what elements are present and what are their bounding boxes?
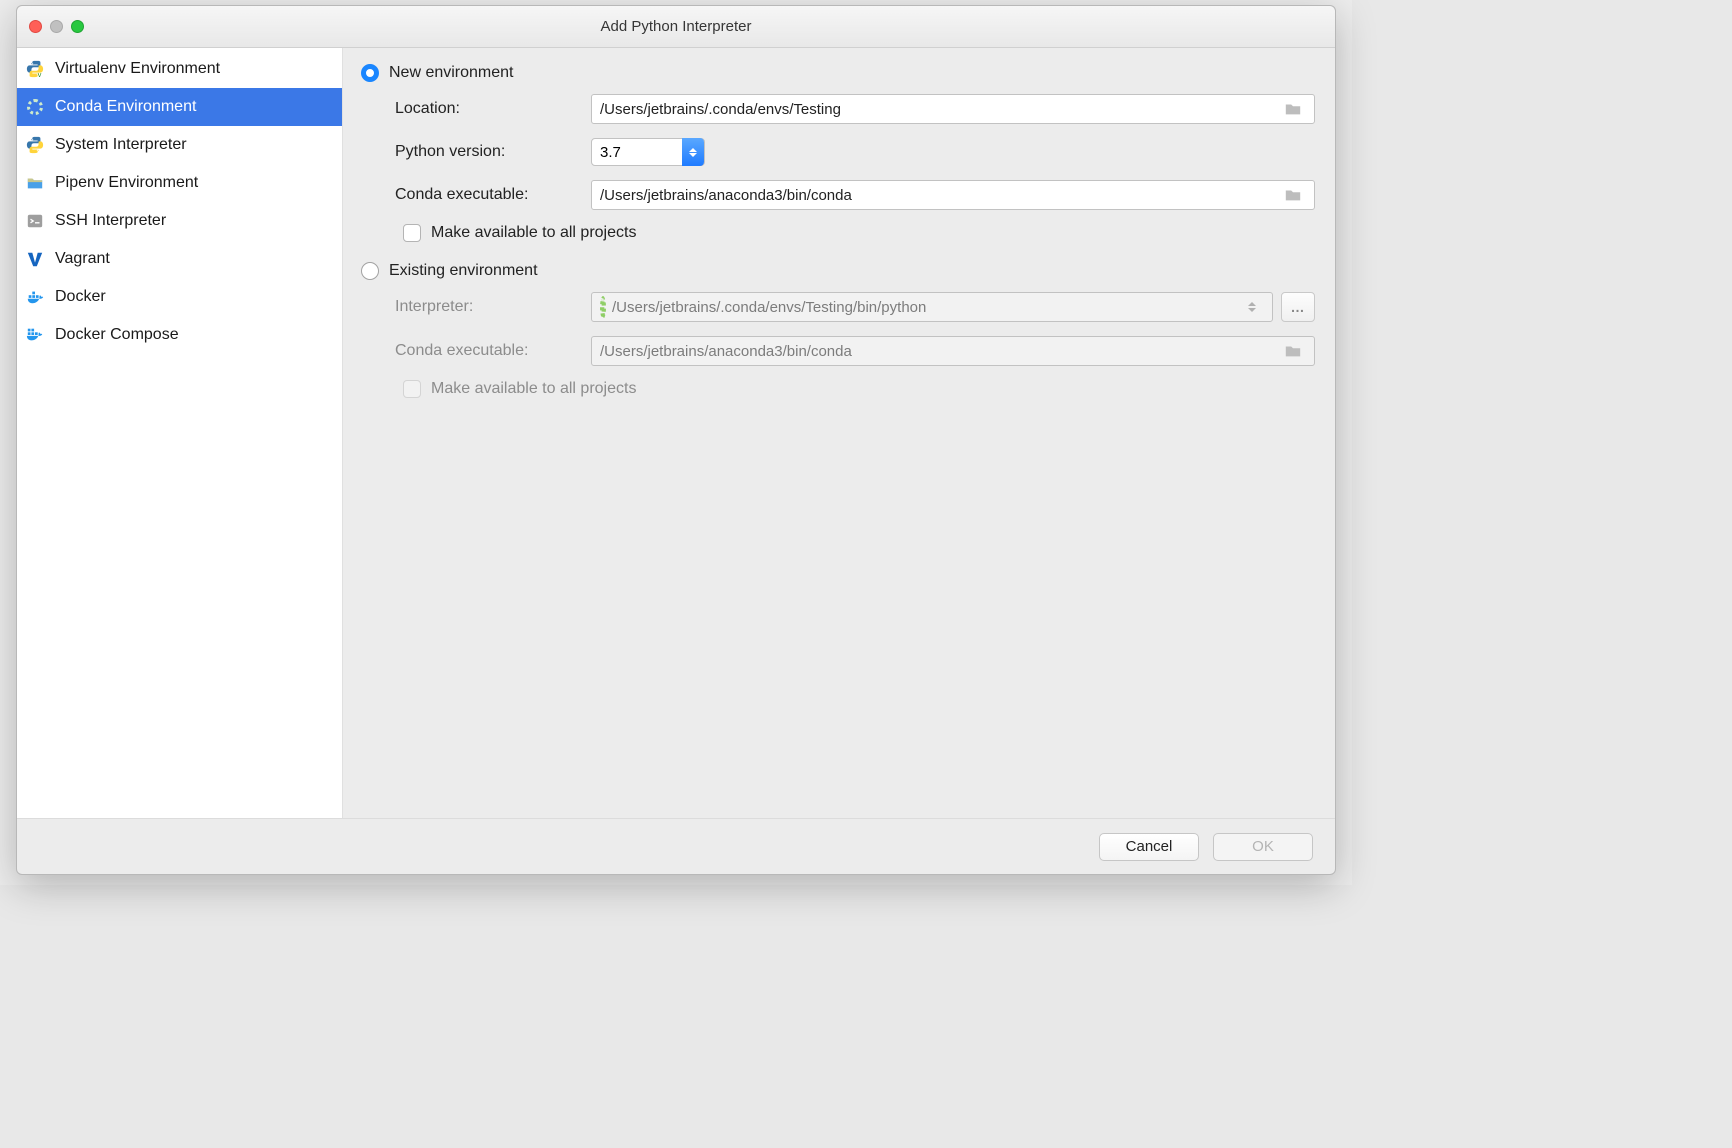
radio-label: New environment	[389, 64, 514, 82]
sidebar-item-conda[interactable]: Conda Environment	[17, 88, 342, 126]
python-icon	[25, 135, 45, 155]
sidebar-item-vagrant[interactable]: Vagrant	[17, 240, 342, 278]
existing-env-form: Interpreter: /Users/jetbrains/.conda/env…	[361, 292, 1315, 404]
window-controls	[29, 20, 84, 33]
conda-icon	[600, 299, 606, 316]
conda-exec-label: Conda executable:	[395, 342, 591, 360]
interpreter-input: /Users/jetbrains/.conda/envs/Testing/bin…	[591, 292, 1273, 322]
add-interpreter-dialog: Add Python Interpreter v Virtualenv Envi…	[16, 5, 1336, 875]
sidebar-item-label: Docker	[55, 288, 106, 306]
conda-exec-input-existing: /Users/jetbrains/anaconda3/bin/conda	[591, 336, 1315, 366]
python-version-label: Python version:	[395, 143, 591, 161]
svg-text:v: v	[38, 70, 42, 78]
docker-icon	[25, 287, 45, 307]
conda-exec-input[interactable]: /Users/jetbrains/anaconda3/bin/conda	[591, 180, 1315, 210]
make-available-checkbox-row[interactable]: Make available to all projects	[403, 224, 1315, 242]
radio-new-env[interactable]	[361, 64, 379, 82]
ok-button: OK	[1213, 833, 1313, 861]
location-label: Location:	[395, 100, 591, 118]
cancel-button[interactable]: Cancel	[1099, 833, 1199, 861]
main-panel: New environment Location: /Users/jetbrai…	[343, 48, 1335, 818]
python-version-value: 3.7	[600, 144, 621, 161]
sidebar-item-label: SSH Interpreter	[55, 212, 166, 230]
titlebar: Add Python Interpreter	[17, 6, 1335, 48]
sidebar-item-system[interactable]: System Interpreter	[17, 126, 342, 164]
dialog-title: Add Python Interpreter	[17, 18, 1335, 35]
make-available-checkbox-row-existing: Make available to all projects	[403, 380, 1315, 398]
sidebar-item-label: Virtualenv Environment	[55, 60, 220, 78]
sidebar-item-docker[interactable]: Docker	[17, 278, 342, 316]
make-available-checkbox-existing	[403, 380, 421, 398]
more-options-button: …	[1281, 292, 1315, 322]
close-window-icon[interactable]	[29, 20, 42, 33]
sidebar-item-virtualenv[interactable]: v Virtualenv Environment	[17, 50, 342, 88]
vagrant-icon	[25, 249, 45, 269]
sidebar-item-label: Pipenv Environment	[55, 174, 198, 192]
terminal-icon	[25, 211, 45, 231]
select-stepper-icon[interactable]	[682, 138, 704, 166]
location-value: /Users/jetbrains/.conda/envs/Testing	[600, 101, 841, 118]
interpreter-value: /Users/jetbrains/.conda/envs/Testing/bin…	[612, 299, 926, 316]
dialog-footer: Cancel OK	[17, 818, 1335, 874]
conda-exec-value-existing: /Users/jetbrains/anaconda3/bin/conda	[600, 343, 852, 360]
new-env-form: Location: /Users/jetbrains/.conda/envs/T…	[361, 94, 1315, 248]
make-available-checkbox[interactable]	[403, 224, 421, 242]
sidebar-item-pipenv[interactable]: Pipenv Environment	[17, 164, 342, 202]
docker-compose-icon	[25, 325, 45, 345]
interpreter-label: Interpreter:	[395, 298, 591, 316]
sidebar-item-label: Docker Compose	[55, 326, 179, 344]
conda-exec-value: /Users/jetbrains/anaconda3/bin/conda	[600, 187, 852, 204]
sidebar-item-label: Conda Environment	[55, 98, 196, 116]
sidebar: v Virtualenv Environment Conda Environme…	[17, 48, 343, 818]
location-input[interactable]: /Users/jetbrains/.conda/envs/Testing	[591, 94, 1315, 124]
browse-folder-icon	[1280, 338, 1306, 364]
dropdown-stepper-icon	[1242, 302, 1262, 312]
radio-label: Existing environment	[389, 262, 538, 280]
conda-exec-label: Conda executable:	[395, 186, 591, 204]
conda-icon	[25, 97, 45, 117]
python-icon: v	[25, 59, 45, 79]
new-env-radio-row[interactable]: New environment	[361, 64, 1315, 82]
radio-existing-env[interactable]	[361, 262, 379, 280]
make-available-label-existing: Make available to all projects	[431, 380, 636, 398]
existing-env-radio-row[interactable]: Existing environment	[361, 262, 1315, 280]
browse-folder-icon[interactable]	[1280, 96, 1306, 122]
sidebar-item-ssh[interactable]: SSH Interpreter	[17, 202, 342, 240]
zoom-window-icon[interactable]	[71, 20, 84, 33]
sidebar-item-docker-compose[interactable]: Docker Compose	[17, 316, 342, 354]
folder-icon	[25, 173, 45, 193]
sidebar-item-label: Vagrant	[55, 250, 110, 268]
make-available-label: Make available to all projects	[431, 224, 636, 242]
dialog-content: v Virtualenv Environment Conda Environme…	[17, 48, 1335, 818]
python-version-select[interactable]: 3.7	[591, 138, 705, 166]
minimize-window-icon	[50, 20, 63, 33]
sidebar-item-label: System Interpreter	[55, 136, 187, 154]
browse-folder-icon[interactable]	[1280, 182, 1306, 208]
